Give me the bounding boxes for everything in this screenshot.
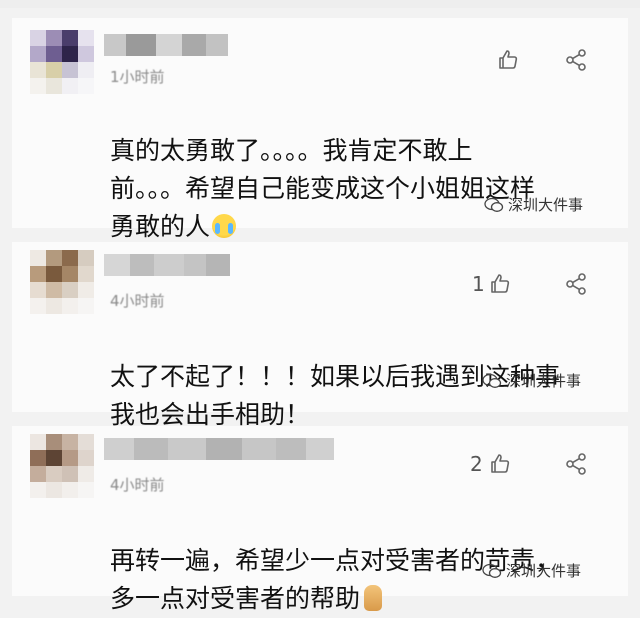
crying-face-emoji [212, 214, 237, 238]
wechat-watermark-icon [482, 373, 502, 388]
avatar[interactable] [30, 30, 94, 94]
comment-card: 4小时前 2 再转一遍，希望少一点对受害者的苛责， 多一点对受害者的帮助 深圳大… [12, 426, 628, 613]
share-icon[interactable] [564, 452, 588, 476]
watermark: 深圳大件事 [482, 370, 581, 391]
watermark: 深圳大件事 [484, 194, 583, 215]
comment-time: 4小时前 [110, 292, 165, 310]
wechat-watermark-icon [482, 563, 502, 578]
top-divider [0, 0, 640, 8]
like-count: 2 [470, 452, 483, 476]
watermark-text: 深圳大件事 [506, 562, 582, 580]
comment-card: 4小时前 1 太了不起了！！！如果以后我遇到这种事 我也会出手相助！ 深圳大件事 [12, 242, 628, 429]
comment-time: 1小时前 [110, 68, 165, 86]
share-icon[interactable] [564, 48, 588, 72]
comment-card: 1小时前 真的太勇敢了。。。。我肯定不敢上 前。。。希望自己能变成这个小姐姐这样… [12, 18, 628, 241]
avatar[interactable] [30, 250, 94, 314]
wechat-watermark-icon [484, 197, 504, 212]
thumbs-up-icon[interactable] [496, 48, 520, 72]
comment-body: 真的太勇敢了。。。。我肯定不敢上 前。。。希望自己能变成这个小姐姐这样 勇敢的人 [110, 136, 536, 241]
comment-text: 真的太勇敢了。。。。我肯定不敢上 前。。。希望自己能变成这个小姐姐这样 勇敢的人 [110, 94, 535, 246]
watermark-text: 深圳大件事 [506, 372, 582, 390]
username[interactable] [104, 34, 228, 56]
like-count: 1 [472, 272, 485, 296]
watermark: 深圳大件事 [482, 560, 581, 581]
thumbs-up-emoji [364, 585, 383, 611]
username[interactable] [104, 438, 334, 460]
thumbs-up-icon[interactable] [488, 272, 512, 296]
share-icon[interactable] [564, 272, 588, 296]
username[interactable] [104, 254, 230, 276]
watermark-text: 深圳大件事 [508, 196, 584, 214]
comment-time: 4小时前 [110, 476, 165, 494]
thumbs-up-icon[interactable] [488, 452, 512, 476]
avatar[interactable] [30, 434, 94, 498]
